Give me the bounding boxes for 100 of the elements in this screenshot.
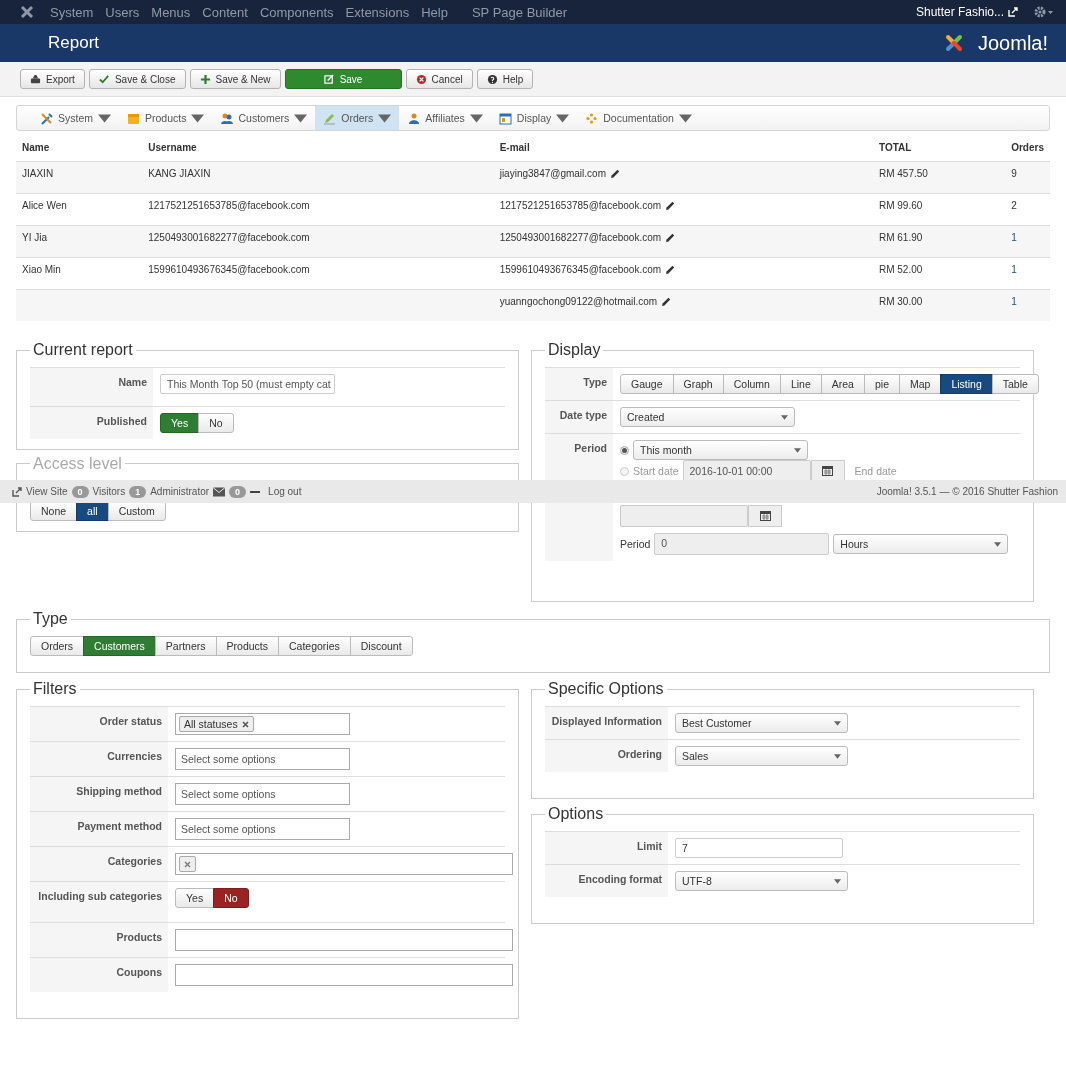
limit-field[interactable]: 7 (675, 838, 843, 858)
panel-legend: Current report (33, 341, 133, 358)
caret-icon (994, 541, 1002, 547)
field-label: Period (574, 442, 607, 454)
toggle-button[interactable]: Listing (940, 374, 993, 394)
dropdown[interactable]: Best Customer (675, 713, 848, 733)
caret-icon (556, 111, 570, 125)
toggle-button[interactable]: Yes (175, 888, 215, 908)
table-cell: jiaying3847@gmail.com (499, 168, 606, 179)
submenu-item[interactable]: Affiliates (399, 106, 491, 130)
toggle-button[interactable]: Table (991, 374, 1039, 394)
submenu-item[interactable]: Documentation (577, 106, 700, 130)
menu-item[interactable]: Content (196, 4, 254, 20)
logout-link[interactable]: Log out (268, 486, 302, 497)
menu-item[interactable]: Users (99, 4, 146, 20)
orders-link[interactable]: 1 (1011, 232, 1017, 243)
version-text: Joomla! 3.5.1 — © 2016 Shutter Fashion (876, 486, 1058, 497)
field-label: Limit (636, 840, 662, 852)
submenu-item[interactable]: Customers (212, 106, 316, 130)
view-site-link[interactable]: View Site (26, 486, 68, 497)
field-label: Shipping method (76, 785, 162, 797)
dropdown[interactable]: Sales (675, 746, 848, 766)
toggle-button[interactable]: Graph (672, 374, 724, 394)
panel-legend: Display (548, 341, 601, 358)
start-date-field[interactable]: 2016-10-01 00:00 (682, 460, 811, 482)
toggle-button[interactable]: Area (820, 374, 865, 394)
toolbar-button[interactable]: Save & Close (88, 69, 186, 89)
table-cell: 1250493001682277@facebook.com (142, 225, 494, 258)
toggle-button[interactable]: Map (898, 374, 942, 394)
multi-select-field[interactable]: Select some options (175, 748, 350, 770)
count-badge: 0 (229, 485, 247, 498)
menu-item[interactable]: System (44, 4, 100, 20)
radio-button[interactable] (620, 445, 629, 455)
multi-select-field[interactable]: Select some options (175, 783, 350, 805)
tag-field[interactable] (175, 853, 513, 875)
toggle-button[interactable]: Line (779, 374, 822, 394)
orders-link[interactable]: 1 (1011, 264, 1017, 275)
radio-button[interactable] (620, 466, 629, 476)
toolbar-button[interactable]: Save (284, 69, 402, 89)
submenu-item[interactable]: Products (119, 106, 213, 130)
caret-icon (191, 111, 205, 125)
end-date-field[interactable] (620, 505, 748, 527)
table-cell: JIAXIN (16, 161, 143, 194)
submenu-item[interactable]: System (32, 106, 119, 130)
toggle-button[interactable]: No (213, 888, 249, 908)
panel-legend: Options (548, 805, 604, 822)
caret-icon (781, 414, 788, 420)
table-cell: 2 (1011, 200, 1017, 211)
date-type-dropdown[interactable]: Created (620, 407, 795, 427)
pencil-icon[interactable] (665, 264, 676, 275)
tag-chip[interactable]: All statuses (179, 716, 254, 732)
menu-item[interactable]: Menus (145, 4, 197, 20)
administrator-label: Administrator (150, 486, 210, 497)
unit-dropdown[interactable]: Hours (833, 534, 1009, 554)
multi-select-field[interactable]: Select some options (175, 818, 350, 840)
calendar-button[interactable] (748, 505, 782, 527)
orders-link[interactable]: 1 (1011, 296, 1017, 307)
edit-icon (323, 73, 335, 85)
field-label: Products (116, 931, 162, 943)
toggle-button[interactable]: Gauge (620, 374, 674, 394)
column-header: Username (142, 139, 494, 162)
text-field[interactable] (175, 964, 513, 986)
menu-item[interactable]: Help (415, 4, 454, 20)
toolbar-button[interactable]: Save & New (189, 69, 281, 89)
toolbar-button[interactable]: Help (476, 69, 534, 89)
period-dropdown[interactable]: This month (633, 440, 808, 460)
toggle-button[interactable]: Discount (349, 636, 413, 656)
toggle-button[interactable]: Categories (278, 636, 351, 656)
column-header: E-mail (493, 139, 873, 162)
name-field[interactable]: This Month Top 50 (must empty cat (160, 374, 335, 394)
toolbar-button[interactable]: Export (20, 69, 85, 89)
tag-field[interactable]: All statuses (175, 713, 350, 735)
field-label: Currencies (107, 750, 162, 762)
text-field[interactable] (175, 929, 513, 951)
toggle-button[interactable]: Customers (83, 636, 156, 656)
period-field[interactable]: 0 (654, 533, 830, 555)
pencil-icon[interactable] (661, 296, 672, 307)
toggle-button[interactable]: Orders (30, 636, 85, 656)
menu-item[interactable]: Components (253, 4, 340, 20)
menu-item[interactable]: SP Page Builder (465, 4, 574, 20)
caret-icon (678, 111, 692, 125)
dropdown[interactable]: UTF-8 (675, 871, 848, 891)
toggle-button[interactable]: Partners (154, 636, 217, 656)
pencil-icon[interactable] (665, 200, 676, 211)
toggle-button[interactable]: No (198, 413, 234, 433)
table-cell: 1217521251653785@facebook.com (499, 200, 662, 211)
toggle-button[interactable]: Yes (160, 413, 200, 433)
plus-icon (199, 73, 211, 85)
table-cell: yuanngochong09122@hotmail.com (499, 296, 658, 307)
pencil-icon[interactable] (665, 232, 676, 243)
submenu-item[interactable]: Display (490, 106, 578, 130)
toggle-button[interactable]: Products (215, 636, 279, 656)
toggle-button[interactable]: pie (863, 374, 900, 394)
caret-icon (98, 111, 111, 125)
menu-item[interactable]: Extensions (339, 4, 416, 20)
submenu-item[interactable]: Orders (315, 106, 400, 130)
toggle-button[interactable]: all (76, 501, 109, 521)
pencil-icon[interactable] (610, 168, 620, 179)
toolbar-button[interactable]: Cancel (405, 69, 473, 89)
toggle-button[interactable]: Column (722, 374, 781, 394)
